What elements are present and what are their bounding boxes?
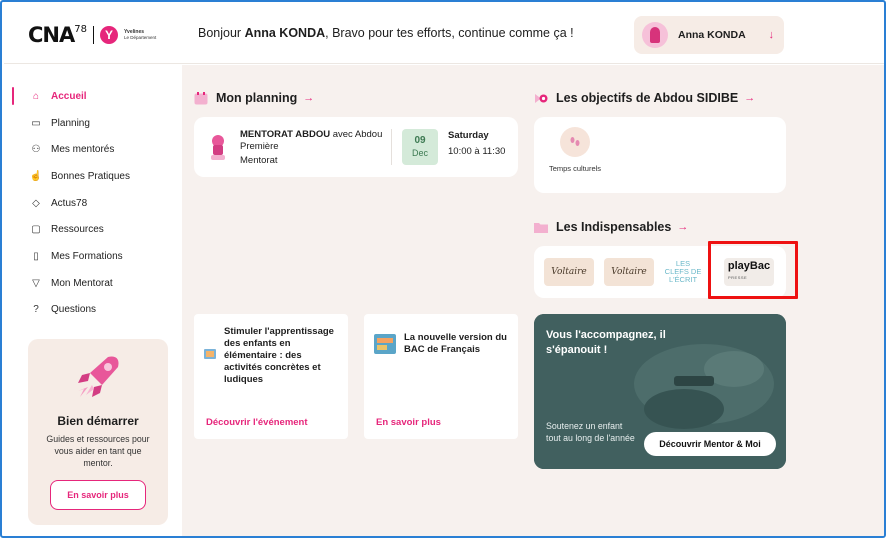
event-time: 10:00 à 11:30 — [448, 146, 506, 157]
shield-icon: ▽ — [32, 277, 40, 289]
document-icon: ▯ — [33, 250, 39, 262]
event-card-stimuler[interactable]: Stimuler l'apprentissage des enfants en … — [194, 314, 348, 439]
logo-divider — [92, 26, 94, 44]
arrow-right-icon: → — [677, 221, 689, 233]
start-card: Bien démarrer Guides et ressources pour … — [28, 339, 168, 525]
logo-cna: CNA78 — [28, 23, 87, 47]
main-content: Mon planning → MENTORAT ABDOU avec Abdou… — [182, 65, 884, 536]
user-menu-button[interactable]: Anna KONDA ↓ — [634, 16, 784, 54]
arrow-right-icon: → — [744, 92, 756, 104]
planning-event-card[interactable]: MENTORAT ABDOU avec Abdou Première Mento… — [194, 117, 518, 177]
thumbs-up-icon: ☝ — [29, 170, 43, 182]
planning-heading[interactable]: Mon planning → — [194, 91, 314, 105]
chevron-down-icon: ↓ — [768, 29, 775, 41]
divider — [391, 129, 392, 165]
objectives-heading[interactable]: Les objectifs de Abdou SIDIBE → — [534, 91, 755, 105]
sidebar-item-accueil[interactable]: ⌂ Accueil — [4, 85, 180, 107]
learn-more-link[interactable]: En savoir plus — [376, 417, 441, 428]
sidebar: ⌂ Accueil ▭ Planning ⚇ Mes mentorés ☝ Bonnes… — [4, 65, 180, 536]
essentials-heading[interactable]: Les Indispensables → — [534, 220, 688, 234]
event-date-badge: 09 Dec — [402, 129, 438, 165]
arrow-right-icon: → — [303, 92, 315, 104]
sidebar-item-actus78[interactable]: ◇ Actus78 — [4, 192, 180, 214]
event-card-title: La nouvelle version du BAC de Français — [404, 332, 507, 355]
objectives-card: Temps culturels — [534, 117, 786, 193]
folder-icon — [534, 222, 548, 233]
book-icon — [204, 349, 216, 359]
sidebar-item-planning[interactable]: ▭ Planning — [4, 112, 180, 134]
greeting: Bonjour Anna KONDA, Bravo pour tes effor… — [198, 26, 574, 40]
sidebar-item-mentores[interactable]: ⚇ Mes mentorés — [4, 138, 180, 160]
resource-clefs-ecrit[interactable]: LES CLEFS DE L'ÉCRIT — [664, 258, 702, 286]
resource-voltaire[interactable]: Voltaire — [544, 258, 594, 286]
app-frame: CNA78 Y Yvelines Le Département Bonjour … — [0, 0, 886, 538]
sidebar-item-bonnes-pratiques[interactable]: ☝ Bonnes Pratiques — [4, 165, 180, 187]
start-card-text: Guides et ressources pour vous aider en … — [46, 434, 150, 468]
bac-book-icon — [374, 334, 396, 354]
calendar-icon — [194, 91, 208, 104]
target-icon — [535, 93, 548, 103]
learn-more-button[interactable]: En savoir plus — [50, 480, 146, 510]
question-icon: ? — [33, 303, 39, 315]
yvelines-logo-icon: Y — [99, 26, 118, 44]
sidebar-item-mentorat[interactable]: ▽ Mon Mentorat — [4, 272, 180, 294]
event-type: Mentorat — [240, 155, 278, 166]
start-card-title: Bien démarrer — [57, 414, 139, 428]
objective-label: Temps culturels — [548, 164, 602, 173]
rocket-icon — [78, 356, 119, 397]
calendar-icon: ▭ — [31, 117, 41, 129]
book-icon: ▢ — [31, 223, 41, 235]
discover-event-link[interactable]: Découvrir l'événement — [206, 417, 308, 428]
greeting-name: Anna KONDA — [244, 26, 326, 40]
users-icon: ⚇ — [31, 143, 41, 155]
event-card-title: Stimuler l'apprentissage des enfants en … — [224, 326, 334, 385]
event-weekday: Saturday — [448, 130, 489, 141]
promo-title: Vous l'accompagnez, il s'épanouit ! — [546, 329, 666, 356]
sidebar-item-formations[interactable]: ▯ Mes Formations — [4, 245, 180, 267]
promo-text: Soutenez un enfant tout au long de l'ann… — [546, 421, 635, 443]
logo[interactable]: CNA78 Y Yvelines Le Département — [28, 22, 156, 48]
mentor-moi-promo: Vous l'accompagnez, il s'épanouit ! Sout… — [534, 314, 786, 469]
highlight-box — [708, 241, 798, 299]
sidebar-item-ressources[interactable]: ▢ Ressources — [4, 218, 180, 240]
header: CNA78 Y Yvelines Le Département Bonjour … — [4, 4, 884, 64]
flame-icon: ◇ — [32, 197, 40, 209]
event-card-bac[interactable]: La nouvelle version du BAC de Français E… — [364, 314, 518, 439]
sidebar-item-questions[interactable]: ? Questions — [4, 298, 180, 320]
home-icon: ⌂ — [32, 90, 40, 102]
departement-label: Yvelines Le Département — [123, 29, 157, 41]
discover-mentor-moi-button[interactable]: Découvrir Mentor & Moi — [644, 432, 776, 456]
user-name: Anna KONDA — [678, 29, 746, 41]
event-title: MENTORAT ABDOU avec Abdou Première — [240, 129, 383, 152]
footprints-icon — [560, 127, 590, 157]
mentor-avatar-icon — [211, 135, 225, 160]
resource-voltaire-alt[interactable]: Voltaire — [604, 258, 654, 286]
avatar — [642, 22, 668, 48]
